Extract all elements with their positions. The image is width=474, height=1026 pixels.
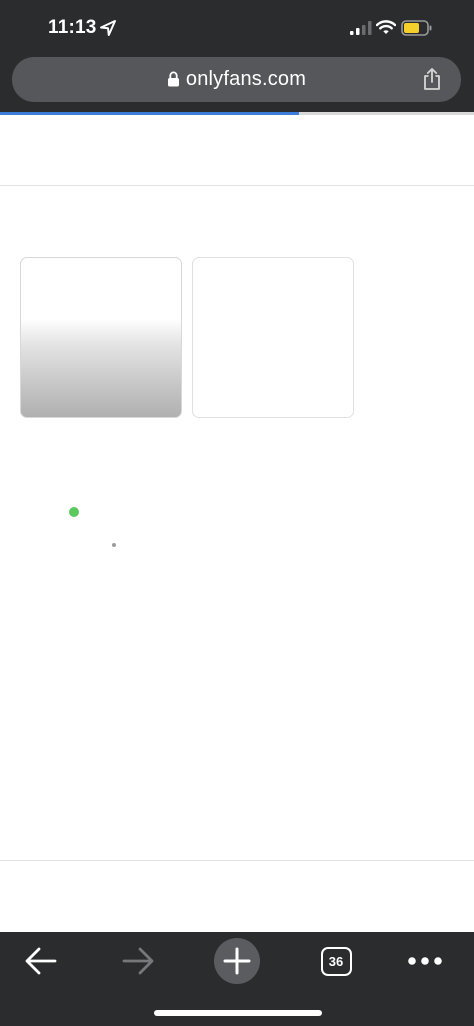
- address-bar[interactable]: onlyfans.com: [12, 57, 461, 102]
- status-bar: 11:13: [0, 0, 474, 56]
- footer-divider: [0, 860, 474, 861]
- new-tab-circle[interactable]: [214, 938, 260, 984]
- page-load-progress-fill: [0, 112, 299, 115]
- header-divider: [0, 185, 474, 186]
- tab-switcher-button[interactable]: 36: [313, 932, 359, 990]
- share-icon[interactable]: [421, 67, 443, 91]
- back-arrow-icon: [25, 947, 57, 975]
- cellular-signal-icon: [350, 21, 372, 35]
- online-status-dot: [69, 507, 79, 517]
- more-options-icon: [408, 957, 442, 965]
- browser-screen: 11:13 onlyfans.com 36: [0, 0, 474, 1026]
- battery-icon: [401, 20, 432, 36]
- status-time: 11:13: [48, 17, 97, 38]
- forward-button[interactable]: [113, 932, 163, 990]
- more-options-button[interactable]: [400, 932, 450, 990]
- media-tile[interactable]: [20, 257, 182, 418]
- new-tab-plus-icon: [223, 947, 251, 975]
- location-arrow-icon: [100, 20, 116, 36]
- home-indicator[interactable]: [154, 1010, 322, 1016]
- tab-count-icon: 36: [320, 946, 352, 976]
- back-button[interactable]: [16, 932, 66, 990]
- url-display[interactable]: onlyfans.com: [12, 57, 461, 102]
- lock-icon: [167, 71, 179, 87]
- loading-dot: [112, 543, 116, 547]
- forward-arrow-icon: [122, 947, 154, 975]
- url-text: onlyfans.com: [185, 68, 307, 90]
- new-tab-button[interactable]: [212, 932, 262, 990]
- tab-count-label: 36: [328, 953, 344, 969]
- browser-top-chrome: 11:13 onlyfans.com: [0, 0, 474, 112]
- page-load-progress: [0, 112, 474, 115]
- media-tile[interactable]: [192, 257, 354, 418]
- wifi-icon: [376, 20, 396, 34]
